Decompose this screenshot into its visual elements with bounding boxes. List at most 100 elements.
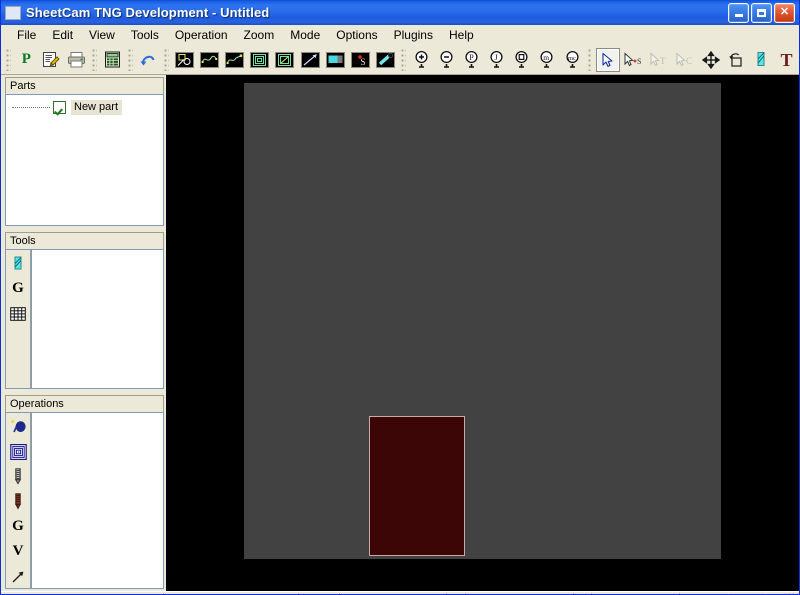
tool-table-button[interactable]: [8, 302, 29, 325]
add-drill-button[interactable]: [8, 465, 29, 488]
text-tool-button[interactable]: T: [775, 48, 798, 72]
close-button[interactable]: ✕: [774, 2, 795, 23]
menu-zoom[interactable]: Zoom: [236, 26, 283, 44]
minimize-icon: [734, 14, 743, 17]
zoom-scale-s-icon: S: [350, 51, 370, 68]
toolbar-grip-mode[interactable]: [587, 48, 593, 71]
cursor-text-t-icon: T: [650, 51, 666, 66]
select-text-button[interactable]: T: [648, 48, 672, 72]
svg-text:J: J: [495, 53, 498, 62]
jet-cut-icon: [10, 419, 26, 432]
add-vcarve-button[interactable]: V: [8, 540, 29, 563]
p-letter-icon: P: [21, 51, 31, 67]
operations-panel-title: Operations: [5, 395, 164, 412]
toolbar-grip-draw[interactable]: [164, 48, 169, 71]
menu-plugins[interactable]: Plugins: [386, 26, 441, 44]
calculator-button[interactable]: [101, 48, 124, 72]
left-dock: Parts New part Tools G Operations G V: [1, 75, 166, 591]
print-button[interactable]: [65, 48, 88, 72]
add-gcode-op-button[interactable]: G: [8, 515, 29, 538]
parts-tree-row[interactable]: New part: [6, 99, 163, 116]
magnifier-plus-icon: [415, 50, 428, 68]
pocket-spiral-icon: [9, 443, 27, 460]
rotate-tool-button[interactable]: [725, 48, 748, 72]
printer-icon: [68, 52, 86, 68]
title-bar: SheetCam TNG Development - Untitled ✕: [1, 0, 799, 25]
magnifier-square-icon: [515, 50, 528, 68]
part-checkbox[interactable]: [53, 101, 66, 114]
main-toolbar: P S P J m mc S T C T: [1, 45, 799, 75]
tools-panel-body: G: [5, 249, 164, 389]
torch-icon: [375, 51, 395, 68]
select-start-button[interactable]: S: [622, 48, 646, 72]
menu-help[interactable]: Help: [441, 26, 482, 44]
maximize-icon: [757, 8, 766, 17]
menu-file[interactable]: File: [9, 26, 44, 44]
edit-document-icon: [43, 52, 61, 67]
menu-view[interactable]: View: [81, 26, 123, 44]
text-t-icon: T: [780, 49, 793, 70]
window-title: SheetCam TNG Development - Untitled: [26, 5, 269, 20]
zoom-line-button[interactable]: [298, 48, 321, 72]
zoom-extents-button[interactable]: [173, 48, 196, 72]
add-pocket-button[interactable]: [8, 440, 29, 463]
window-title-document: Untitled: [220, 5, 270, 20]
minimize-button[interactable]: [728, 2, 749, 23]
move-tool-button[interactable]: [700, 48, 723, 72]
zoom-machine-button[interactable]: mc: [560, 48, 583, 72]
zoom-fit-button[interactable]: [273, 48, 296, 72]
part-rectangle[interactable]: [369, 416, 465, 556]
parts-tree[interactable]: New part: [5, 94, 164, 227]
toolbar-grip-file[interactable]: [6, 48, 11, 71]
select-contour-button[interactable]: C: [674, 48, 698, 72]
zoom-all-button[interactable]: [248, 48, 271, 72]
add-move-op-button[interactable]: [8, 565, 29, 588]
zoom-material-button[interactable]: m: [535, 48, 558, 72]
grid-table-icon: [10, 306, 26, 321]
add-g-tool-button[interactable]: G: [8, 277, 29, 300]
work-area[interactable]: [244, 83, 721, 559]
zoom-selection-button[interactable]: [223, 48, 246, 72]
app-icon: [5, 5, 21, 20]
cursor-contour-c-icon: C: [676, 51, 692, 66]
operations-icon-strip: G V: [6, 413, 31, 588]
tools-panel-title: Tools: [5, 232, 164, 250]
toolbar-grip-calc[interactable]: [92, 48, 97, 71]
maximize-button[interactable]: [751, 2, 772, 23]
plasma-torch-icon: [757, 52, 765, 66]
add-plasma-tool-button[interactable]: [8, 252, 29, 275]
toolbar-grip-zoom[interactable]: [400, 48, 406, 71]
add-taper-drill-button[interactable]: [8, 490, 29, 513]
zoom-part-button[interactable]: P: [460, 48, 483, 72]
torch-button[interactable]: [374, 48, 397, 72]
undo-button[interactable]: [137, 48, 160, 72]
part-label[interactable]: New part: [71, 100, 123, 115]
operations-list[interactable]: [31, 413, 163, 588]
tools-icon-strip: G: [6, 250, 31, 388]
zoom-pan-button[interactable]: [324, 48, 347, 72]
zoom-scale-button[interactable]: S: [349, 48, 372, 72]
menu-operation[interactable]: Operation: [167, 26, 236, 44]
drawing-canvas[interactable]: [166, 75, 799, 591]
toolbar-grip-undo[interactable]: [128, 48, 133, 71]
zoom-out-button[interactable]: [435, 48, 458, 72]
tools-list[interactable]: [31, 250, 163, 388]
select-tool-button[interactable]: [596, 47, 620, 72]
zoom-window-button[interactable]: [198, 48, 221, 72]
add-jet-cut-button[interactable]: [8, 415, 29, 438]
menu-tools[interactable]: Tools: [123, 26, 167, 44]
new-part-button[interactable]: P: [15, 48, 38, 72]
zoom-curve-icon: [200, 51, 219, 68]
parts-panel-title: Parts: [5, 77, 164, 94]
zoom-in-button[interactable]: [410, 48, 433, 72]
plasma-tool-button[interactable]: [750, 48, 773, 72]
zoom-extent-button[interactable]: [510, 48, 533, 72]
menu-edit[interactable]: Edit: [44, 26, 81, 44]
parts-panel: Parts New part: [5, 77, 164, 227]
zoom-job-button[interactable]: J: [485, 48, 508, 72]
menu-mode[interactable]: Mode: [282, 26, 328, 44]
menu-options[interactable]: Options: [328, 26, 385, 44]
magnifier-mc-icon: mc: [565, 50, 579, 68]
edit-part-button[interactable]: [40, 48, 63, 72]
drill-bit-icon: [14, 468, 22, 485]
